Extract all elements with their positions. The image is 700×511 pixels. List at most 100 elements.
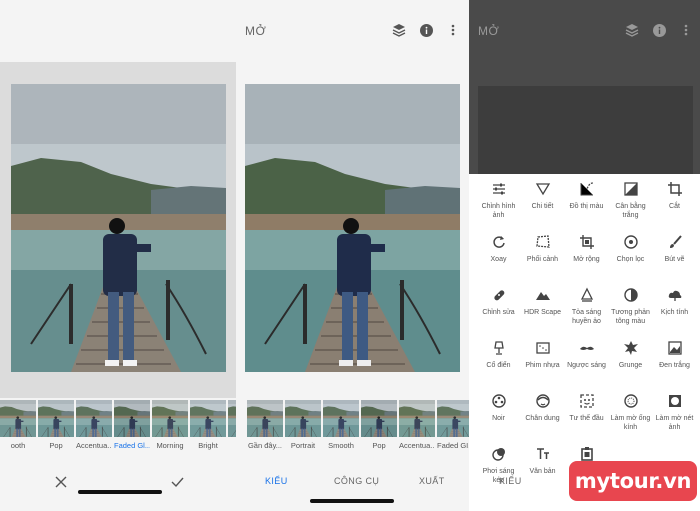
open-button[interactable]: MỞ bbox=[245, 24, 266, 38]
tool-item[interactable]: Chỉnh hình ảnh bbox=[477, 178, 520, 225]
tool-item[interactable]: Chỉnh sửa bbox=[477, 284, 520, 331]
tool-item[interactable]: Đồ thị màu bbox=[565, 178, 608, 225]
filter-thumbnail[interactable] bbox=[228, 400, 236, 437]
close-icon[interactable] bbox=[55, 475, 67, 488]
more-vert-icon[interactable] bbox=[446, 23, 460, 37]
filter-label: Gần đây... bbox=[247, 441, 283, 450]
filter-item[interactable]: Pop bbox=[361, 400, 397, 455]
tool-item[interactable]: Phim nhựa bbox=[521, 337, 564, 384]
filter-item[interactable]: Pop bbox=[38, 400, 74, 455]
filter-thumbnail[interactable] bbox=[38, 400, 74, 437]
tool-item[interactable]: Đen trắng bbox=[653, 337, 696, 384]
tool-label: Chỉnh sửa bbox=[482, 309, 515, 316]
top-bar: MỞ bbox=[236, 0, 469, 62]
edited-photo[interactable] bbox=[11, 84, 226, 372]
tool-item[interactable]: Mở rộng bbox=[565, 231, 608, 278]
film-icon bbox=[535, 340, 551, 356]
tab-styles[interactable]: KIỂU bbox=[265, 476, 288, 486]
filter-item[interactable]: Portrait bbox=[285, 400, 321, 455]
tool-item[interactable]: Ngược sáng bbox=[565, 337, 608, 384]
tool-label: Cổ điển bbox=[486, 362, 511, 369]
filter-thumbnail[interactable] bbox=[437, 400, 469, 437]
tool-item[interactable]: Chân dung bbox=[521, 390, 564, 437]
sliders-icon bbox=[491, 181, 507, 197]
filter-item[interactable]: Bright bbox=[190, 400, 226, 455]
perspective-icon bbox=[535, 234, 551, 250]
tool-item[interactable]: Grunge bbox=[609, 337, 652, 384]
filter-thumbnail[interactable] bbox=[152, 400, 188, 437]
filter-strip[interactable]: ooth Pop Accentua... Faded Gl... Morning Brig… bbox=[0, 400, 236, 455]
left-screen: ooth Pop Accentua... Faded Gl... Morning Brig… bbox=[0, 0, 236, 511]
tool-item[interactable]: Tư thế đầu bbox=[565, 390, 608, 437]
tool-item[interactable]: Bút vẽ bbox=[653, 231, 696, 278]
tool-label: Chi tiết bbox=[531, 203, 554, 210]
tool-item[interactable]: Chọn lọc bbox=[609, 231, 652, 278]
tool-item[interactable]: Kịch tính bbox=[653, 284, 696, 331]
bandage-icon bbox=[491, 287, 507, 303]
tab-tools[interactable]: CÔNG CỤ bbox=[334, 476, 379, 486]
filter-thumbnail[interactable] bbox=[399, 400, 435, 437]
filter-label: Bright bbox=[198, 441, 218, 450]
filter-item[interactable]: ooth bbox=[0, 400, 36, 455]
tool-label: Noir bbox=[492, 415, 505, 422]
tool-item[interactable]: Tương phản tông màu bbox=[609, 284, 652, 331]
tool-label: Làm mờ nét ảnh bbox=[655, 415, 694, 431]
filter-thumbnail[interactable] bbox=[247, 400, 283, 437]
brush-icon bbox=[667, 234, 683, 250]
lens-blur-icon bbox=[623, 393, 639, 409]
filter-item[interactable]: Accentua... bbox=[76, 400, 112, 455]
tool-item[interactable]: Tỏa sáng huyền ảo bbox=[565, 284, 608, 331]
tab-export[interactable]: XUẤT bbox=[419, 476, 445, 486]
tool-item[interactable]: Phối cảnh bbox=[521, 231, 564, 278]
filter-thumbnail[interactable] bbox=[76, 400, 112, 437]
info-icon bbox=[652, 23, 666, 37]
filter-item[interactable]: Gần đây... bbox=[247, 400, 283, 455]
dimmed-background: MỞ bbox=[469, 0, 700, 174]
tool-item[interactable]: Chi tiết bbox=[521, 178, 564, 225]
tool-label: Đồ thị màu bbox=[569, 203, 604, 210]
filter-thumbnail[interactable] bbox=[0, 400, 36, 437]
home-indicator bbox=[310, 499, 394, 503]
filter-item[interactable]: Accentua... bbox=[399, 400, 435, 455]
filter-item[interactable]: Faded GI... bbox=[437, 400, 469, 455]
filter-thumbnail[interactable] bbox=[190, 400, 226, 437]
filter-item[interactable]: Fine bbox=[228, 400, 236, 455]
tool-item[interactable]: Văn bản bbox=[521, 443, 564, 490]
tool-label: Chỉnh hình ảnh bbox=[481, 203, 516, 219]
filter-label: Fine bbox=[228, 441, 236, 450]
triangle-down-icon bbox=[535, 181, 551, 197]
filter-thumbnail[interactable] bbox=[323, 400, 359, 437]
tool-label: Làm mờ ống kính bbox=[610, 415, 651, 431]
tool-item[interactable]: Xoay bbox=[477, 231, 520, 278]
info-icon[interactable] bbox=[419, 23, 433, 37]
check-icon[interactable] bbox=[171, 475, 184, 488]
tool-item[interactable]: Làm mờ nét ảnh bbox=[653, 390, 696, 437]
filter-label: Accentua... bbox=[76, 441, 112, 450]
filter-thumbnail[interactable] bbox=[361, 400, 397, 437]
tool-item[interactable]: Cân bằng trắng bbox=[609, 178, 652, 225]
tool-label: Chân dung bbox=[525, 415, 560, 422]
tool-item[interactable]: Noir bbox=[477, 390, 520, 437]
filter-item[interactable]: Smooth bbox=[323, 400, 359, 455]
tool-label: Tỏa sáng huyền ảo bbox=[571, 309, 602, 325]
grunge-icon bbox=[623, 340, 639, 356]
filter-label: ooth bbox=[10, 441, 26, 450]
filter-strip[interactable]: Gần đây... Portrait Smooth Pop Accentua... Fa… bbox=[247, 400, 469, 455]
filter-thumbnail[interactable] bbox=[285, 400, 321, 437]
tools-grid: Chỉnh hình ảnh Chi tiết Đồ thị màu Cân bằng… bbox=[469, 178, 700, 490]
filter-item[interactable]: Morning bbox=[152, 400, 188, 455]
filter-item[interactable]: Faded Gl... bbox=[114, 400, 150, 455]
layers-icon[interactable] bbox=[392, 23, 406, 37]
filter-thumbnail[interactable] bbox=[114, 400, 150, 437]
tool-item[interactable]: Cắt bbox=[653, 178, 696, 225]
original-photo[interactable] bbox=[245, 84, 460, 372]
tool-label: Kịch tính bbox=[660, 309, 689, 316]
cloud-icon bbox=[667, 287, 683, 303]
tab-styles[interactable]: KIỂU bbox=[499, 476, 522, 486]
face-icon bbox=[535, 393, 551, 409]
tool-item[interactable]: Cổ điển bbox=[477, 337, 520, 384]
tool-item[interactable]: Làm mờ ống kính bbox=[609, 390, 652, 437]
film-reel-icon bbox=[491, 393, 507, 409]
tool-item[interactable]: HDR Scape bbox=[521, 284, 564, 331]
tool-label: Phối cảnh bbox=[526, 256, 559, 263]
